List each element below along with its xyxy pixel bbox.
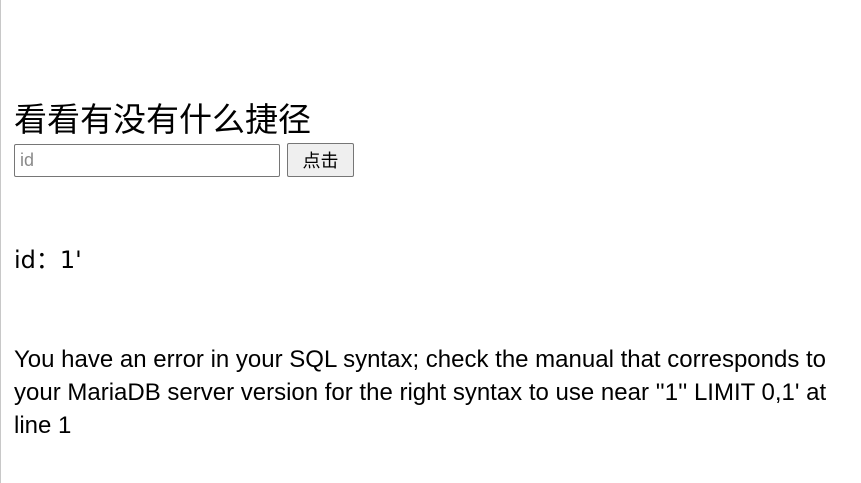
sql-error-message: You have an error in your SQL syntax; ch…	[14, 346, 827, 439]
id-query-form: 点击	[14, 143, 354, 177]
id-echo-line: id：1'	[14, 245, 82, 275]
id-echo-label: id：	[14, 246, 60, 274]
id-input[interactable]	[14, 143, 280, 177]
window-left-border	[0, 0, 1, 483]
submit-button[interactable]: 点击	[287, 143, 354, 177]
page-title: 看看有没有什么捷径	[14, 100, 311, 139]
id-echo-value: 1'	[59, 246, 82, 274]
